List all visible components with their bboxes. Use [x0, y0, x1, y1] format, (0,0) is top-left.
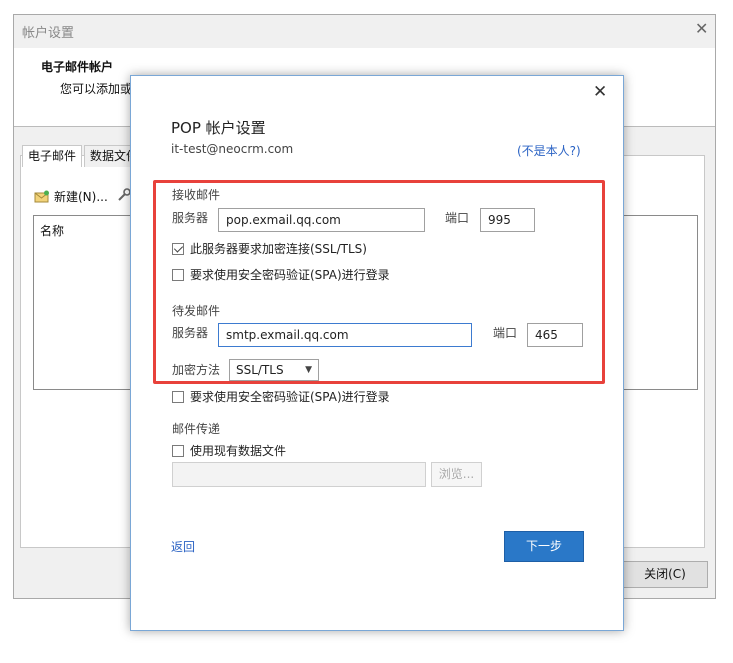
- outgoing-server-label: 服务器: [172, 326, 209, 340]
- outgoing-spa-label: 要求使用安全密码验证(SPA)进行登录: [190, 390, 390, 404]
- close-button[interactable]: 关闭(C): [622, 561, 708, 588]
- tab-email[interactable]: 电子邮件: [22, 145, 83, 167]
- window-title: 帐户设置: [22, 26, 75, 41]
- browse-button: 浏览...: [431, 462, 482, 487]
- incoming-server-input[interactable]: pop.exmail.qq.com: [218, 208, 425, 232]
- pop-account-settings-dialog: ✕ POP 帐户设置 it-test@neocrm.com (不是本人?) 接收…: [130, 75, 624, 631]
- window-close-icon[interactable]: ✕: [695, 19, 708, 38]
- outgoing-server-input[interactable]: smtp.exmail.qq.com: [218, 323, 472, 347]
- encryption-value: SSL/TLS: [236, 363, 284, 377]
- repair-icon[interactable]: [117, 188, 131, 202]
- existing-data-file-option[interactable]: 使用现有数据文件: [172, 442, 286, 459]
- incoming-port-input[interactable]: 995: [480, 208, 535, 232]
- section-heading: 电子邮件帐户: [41, 60, 114, 74]
- existing-data-file-checkbox[interactable]: [172, 444, 184, 457]
- incoming-spa-checkbox[interactable]: [172, 268, 184, 281]
- new-mail-icon: [34, 190, 49, 202]
- incoming-server-label: 服务器: [172, 211, 209, 225]
- new-account-label: 新建(N)...: [54, 190, 108, 204]
- incoming-ssl-option[interactable]: 此服务器要求加密连接(SSL/TLS): [172, 240, 367, 257]
- ssl-checkbox[interactable]: [172, 242, 184, 255]
- mail-delivery-label: 邮件传递: [172, 422, 221, 436]
- not-me-link[interactable]: (不是本人?): [517, 142, 581, 159]
- encryption-select[interactable]: SSL/TLS ▼: [229, 359, 319, 381]
- incoming-spa-option[interactable]: 要求使用安全密码验证(SPA)进行登录: [172, 266, 390, 283]
- next-button[interactable]: 下一步: [504, 531, 584, 562]
- new-account-button[interactable]: 新建(N)...: [34, 188, 108, 205]
- incoming-mail-label: 接收邮件: [172, 188, 221, 202]
- existing-data-file-label: 使用现有数据文件: [190, 444, 287, 458]
- data-file-path-input: [172, 462, 426, 487]
- section-description: 您可以添加或: [60, 82, 133, 96]
- outgoing-port-label: 端口: [493, 326, 518, 340]
- outgoing-mail-label: 待发邮件: [172, 304, 221, 318]
- outgoing-port-input[interactable]: 465: [527, 323, 583, 347]
- encryption-label: 加密方法: [172, 363, 221, 377]
- ssl-checkbox-label: 此服务器要求加密连接(SSL/TLS): [190, 242, 367, 256]
- incoming-spa-label: 要求使用安全密码验证(SPA)进行登录: [190, 268, 390, 282]
- outgoing-spa-checkbox[interactable]: [172, 390, 184, 403]
- list-header-name: 名称: [40, 224, 65, 238]
- dialog-close-icon[interactable]: ✕: [593, 82, 607, 102]
- outgoing-spa-option[interactable]: 要求使用安全密码验证(SPA)进行登录: [172, 388, 390, 405]
- dropdown-arrow-icon: ▼: [305, 365, 312, 375]
- back-link[interactable]: 返回: [171, 538, 195, 555]
- dialog-title: POP 帐户设置: [171, 119, 266, 137]
- incoming-port-label: 端口: [445, 211, 470, 225]
- account-email: it-test@neocrm.com: [171, 142, 294, 156]
